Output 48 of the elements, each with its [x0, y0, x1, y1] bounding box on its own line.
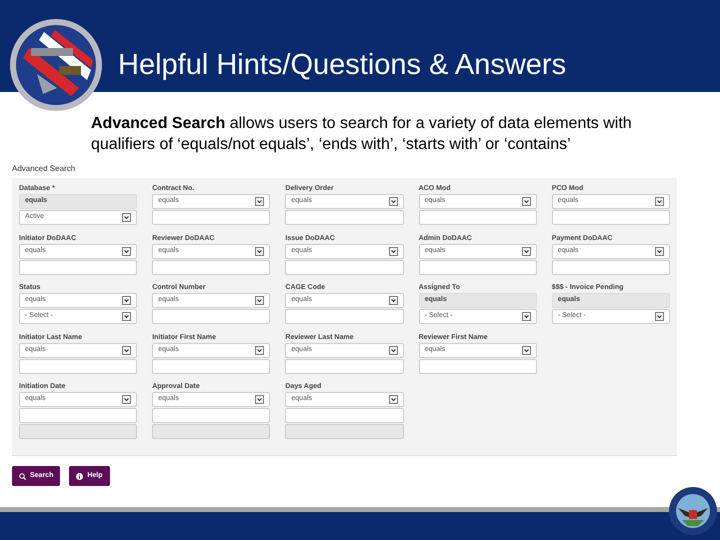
chevron-icon: [654, 197, 664, 206]
slide-title: Helpful Hints/Questions & Answers: [118, 51, 566, 80]
input-field[interactable]: [285, 358, 404, 374]
chevron-icon: [388, 346, 398, 354]
chevron-icon: [122, 296, 132, 305]
chevron-icon: [388, 296, 398, 305]
form-title: Advanced Search: [12, 163, 76, 175]
input-field[interactable]: [152, 408, 270, 423]
input-field[interactable]: [285, 408, 404, 423]
input-field[interactable]: [19, 260, 138, 274]
chevron-icon: [522, 197, 531, 206]
search-icon: [19, 472, 26, 480]
chevron-icon: [255, 197, 264, 206]
input-field[interactable]: [285, 309, 404, 324]
info-icon: [76, 472, 84, 480]
chevron-icon: [522, 346, 531, 354]
chevron-icon: [522, 246, 531, 256]
chevron-icon: [654, 246, 664, 256]
chevron-icon: [255, 296, 264, 305]
input-field[interactable]: [418, 260, 537, 274]
chevron-icon: [255, 246, 264, 256]
input-field[interactable]: [152, 210, 270, 225]
intro-text: Advanced Search allows users to search for a variety of data elements with qualifiers of ‘equals/not equals’, ‘ends with’, ‘starts with’ or ‘contains’: [91, 114, 633, 155]
chevron-icon: [122, 246, 132, 256]
chevron-icon: [654, 312, 664, 321]
input-field[interactable]: [418, 358, 537, 374]
input-field[interactable]: [19, 358, 138, 374]
chevron-icon: [122, 346, 132, 354]
input-field[interactable]: [285, 260, 404, 274]
chevron-icon: [122, 213, 132, 222]
input-field[interactable]: [152, 309, 270, 324]
chevron-icon: [122, 395, 132, 404]
chevron-icon: [122, 312, 132, 321]
chevron-icon: [388, 197, 398, 206]
chevron-icon: [255, 346, 264, 354]
input-field[interactable]: [152, 260, 270, 274]
chevron-icon: [388, 246, 398, 256]
chevron-icon: [522, 312, 531, 321]
input-field[interactable]: [285, 210, 404, 225]
input-field[interactable]: [418, 210, 537, 225]
chevron-icon: [388, 395, 398, 404]
input-field[interactable]: [19, 408, 138, 423]
chevron-icon: [255, 395, 264, 404]
seal-icon: [9, 18, 103, 112]
input-field[interactable]: [152, 358, 270, 374]
input-field[interactable]: [552, 210, 670, 225]
input-field[interactable]: [552, 260, 670, 274]
seal-icon: [668, 486, 718, 536]
